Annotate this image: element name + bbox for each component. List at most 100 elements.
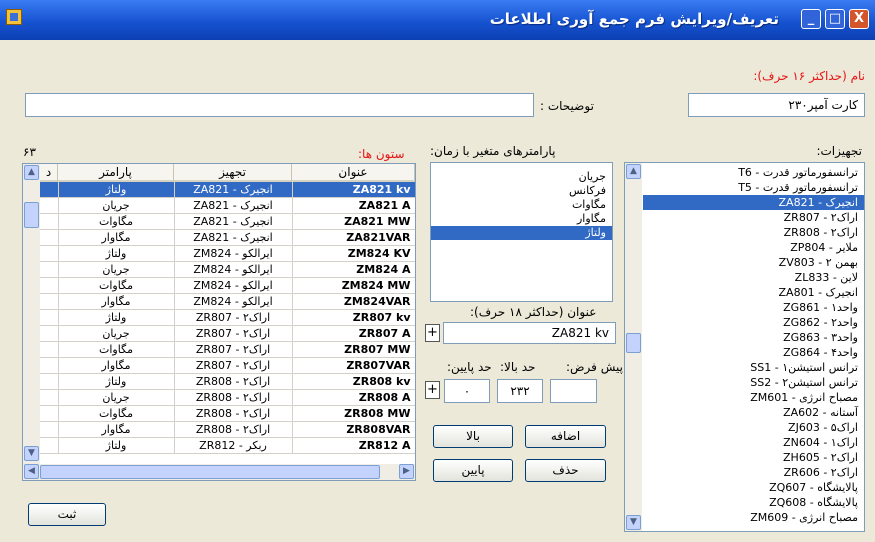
equipment-list-item[interactable]: واحد۴ - ZG864	[643, 345, 864, 360]
maximize-button[interactable]: □	[825, 9, 845, 29]
equipment-list-item[interactable]: انجیرک - ZA821	[643, 195, 864, 210]
table-row[interactable]: مگاوات اراک۲ - ZR808 ZR808 MW	[40, 405, 415, 422]
grid-vscroll-thumb[interactable]	[24, 202, 39, 228]
table-cell-equipment: انجیرک - ZA821	[174, 182, 293, 198]
equipment-list-item[interactable]: پالایشگاه - ZQ607	[643, 480, 864, 495]
description-input[interactable]	[25, 93, 534, 117]
up-button[interactable]: بالا	[433, 425, 513, 448]
grid-scroll-down-icon[interactable]: ▼	[24, 446, 39, 461]
table-cell-title: ZR807 MW	[292, 341, 415, 358]
table-row[interactable]: ولتاژ اراک۲ - ZR807 ZR807 kv	[40, 309, 415, 326]
window-title: تعریف/ویرایش فرم جمع آوری اطلاعات	[489, 10, 779, 28]
equipment-list-item[interactable]: بهمن ۲ - ZV803	[643, 255, 864, 270]
grid-header-equipment[interactable]: تجهیز	[174, 164, 292, 182]
parameter-list-item[interactable]: فرکانس	[431, 184, 612, 198]
equipment-label: تجهیزات:	[816, 144, 862, 158]
table-cell-extra	[40, 405, 59, 422]
equipment-list-item[interactable]: مصباح انرژی - ZM609	[643, 510, 864, 525]
add-button[interactable]: اضافه	[525, 425, 606, 448]
table-row[interactable]: مگاوات انجیرک - ZA821 ZA821 MW	[40, 213, 415, 230]
table-row[interactable]: مگاوات ایرالکو - ZM824 ZM824 MW	[40, 277, 415, 294]
table-row[interactable]: مگاوار ایرالکو - ZM824 ZM824VAR	[40, 293, 415, 310]
name-input[interactable]: کارت آمپر۲۳۰	[688, 93, 865, 117]
equipment-scrollbar[interactable]: ▲ ▼	[625, 163, 642, 531]
table-row[interactable]: جریان ایرالکو - ZM824 ZM824 A	[40, 261, 415, 278]
table-cell-extra	[40, 213, 59, 230]
equipment-list-item[interactable]: اراک۱ - ZN604	[643, 435, 864, 450]
limits-plus-button[interactable]: +	[425, 381, 440, 399]
app-icon	[6, 9, 22, 25]
upper-limit-input[interactable]: ۲۳۲	[497, 379, 543, 403]
table-cell-parameter: ولتاژ	[58, 245, 175, 262]
equipment-list-item[interactable]: اراک۵ - ZJ603	[643, 420, 864, 435]
title-input[interactable]: ZA821 kv	[443, 322, 616, 344]
equipment-list-item[interactable]: ترانس استیشن۲ - SS2	[643, 375, 864, 390]
table-row[interactable]: مگاوات اراک۲ - ZR807 ZR807 MW	[40, 341, 415, 358]
down-button[interactable]: پایین	[433, 459, 513, 482]
table-cell-parameter: ولتاژ	[58, 437, 175, 454]
equipment-list-item[interactable]: واحد۱ - ZG861	[643, 300, 864, 315]
grid-hscroll-thumb[interactable]	[40, 465, 380, 479]
close-button[interactable]: X	[849, 9, 869, 29]
table-row[interactable]: مگاوار اراک۲ - ZR808 ZR808VAR	[40, 421, 415, 438]
lower-limit-label: حد پایین:	[447, 360, 492, 374]
table-cell-equipment: اراک۲ - ZR808	[174, 421, 293, 438]
equipment-list-item[interactable]: اراک۲ - ZH605	[643, 450, 864, 465]
equipment-list-item[interactable]: ترانس استیشن۱ - SS1	[643, 360, 864, 375]
table-cell-parameter: مگاوات	[58, 405, 175, 422]
equipment-list-item[interactable]: ملایر - ZP804	[643, 240, 864, 255]
grid-scroll-left-icon[interactable]: ◀	[24, 464, 39, 479]
equipment-listbox[interactable]: ▲ ▼ ترانسفورماتور قدرت - T6 ترانسفورماتور…	[624, 162, 865, 532]
parameter-list-item[interactable]: مگاوار	[431, 212, 612, 226]
lower-limit-input[interactable]: ۰	[444, 379, 490, 403]
equipment-list-item[interactable]: اراک۲ - ZR606	[643, 465, 864, 480]
table-row[interactable]: مگاوار انجیرک - ZA821 ZA821VAR	[40, 229, 415, 246]
grid-hscrollbar[interactable]: ◀ ▶	[23, 464, 415, 480]
grid-header-title[interactable]: عنوان	[292, 164, 415, 182]
name-label: نام (حداکثر ۱۶ حرف):	[753, 69, 865, 83]
table-row[interactable]: جریان انجیرک - ZA821 ZA821 A	[40, 197, 415, 214]
scroll-down-icon[interactable]: ▼	[626, 515, 641, 530]
equipment-list-item[interactable]: اراک۲ - ZR808	[643, 225, 864, 240]
grid-scroll-right-icon[interactable]: ▶	[399, 464, 414, 479]
table-cell-title: ZR808 kv	[292, 373, 415, 390]
grid-scroll-up-icon[interactable]: ▲	[24, 165, 39, 180]
scroll-up-icon[interactable]: ▲	[626, 164, 641, 179]
table-row[interactable]: ولتاژ انجیرک - ZA821 ZA821 kv	[40, 182, 415, 198]
parameter-list-item[interactable]: ولتاژ	[431, 226, 612, 240]
parameter-list-item[interactable]: جریان	[431, 170, 612, 184]
title-plus-button[interactable]: +	[425, 324, 440, 342]
delete-button[interactable]: حذف	[525, 459, 606, 482]
grid-header-extra[interactable]: د	[40, 164, 58, 182]
table-cell-equipment: ایرالکو - ZM824	[174, 261, 293, 278]
submit-button[interactable]: ثبت	[28, 503, 106, 526]
equipment-list-item[interactable]: لاین - ZL833	[643, 270, 864, 285]
scroll-thumb[interactable]	[626, 333, 641, 353]
table-row[interactable]: جریان اراک۲ - ZR808 ZR808 A	[40, 389, 415, 406]
equipment-list-item[interactable]: اراک۲ - ZR807	[643, 210, 864, 225]
table-cell-parameter: مگاوات	[58, 341, 175, 358]
parameters-listbox[interactable]: جریان فرکانس مگاوات مگاوار ولتاژ	[430, 162, 613, 302]
table-row[interactable]: ولتاژ اراک۲ - ZR808 ZR808 kv	[40, 373, 415, 390]
grid-vscrollbar[interactable]: ▲ ▼	[23, 164, 40, 464]
equipment-list-item[interactable]: واحد۲ - ZG862	[643, 315, 864, 330]
table-row[interactable]: مگاوار اراک۲ - ZR807 ZR807VAR	[40, 357, 415, 374]
parameter-list-item[interactable]: مگاوات	[431, 198, 612, 212]
equipment-list-item[interactable]: آستانه - ZA602	[643, 405, 864, 420]
equipment-list-item[interactable]: مصباح انرژی - ZM601	[643, 390, 864, 405]
grid-header-parameter[interactable]: پارامتر	[58, 164, 174, 182]
table-row[interactable]: ولتاژ ربکر - ZR812 ZR812 A	[40, 437, 415, 454]
default-input[interactable]	[550, 379, 597, 403]
table-row[interactable]: جریان اراک۲ - ZR807 ZR807 A	[40, 325, 415, 342]
columns-grid[interactable]: ▲ ▼ د پارامتر تجهیز عنوان ولتاژ انجیرک - …	[22, 163, 416, 481]
equipment-list-item[interactable]: ترانسفورماتور قدرت - T6	[643, 165, 864, 180]
equipment-list-item[interactable]: پالایشگاه - ZQ608	[643, 495, 864, 510]
equipment-list-item[interactable]: انجیرک - ZA801	[643, 285, 864, 300]
table-cell-parameter: مگاوار	[58, 293, 175, 310]
equipment-list-item[interactable]: واحد۳ - ZG863	[643, 330, 864, 345]
upper-limit-label: حد بالا:	[500, 360, 536, 374]
table-row[interactable]: ولتاژ ایرالکو - ZM824 ZM824 KV	[40, 245, 415, 262]
minimize-button[interactable]: _	[801, 9, 821, 29]
table-cell-extra	[40, 245, 59, 262]
equipment-list-item[interactable]: ترانسفورماتور قدرت - T5	[643, 180, 864, 195]
